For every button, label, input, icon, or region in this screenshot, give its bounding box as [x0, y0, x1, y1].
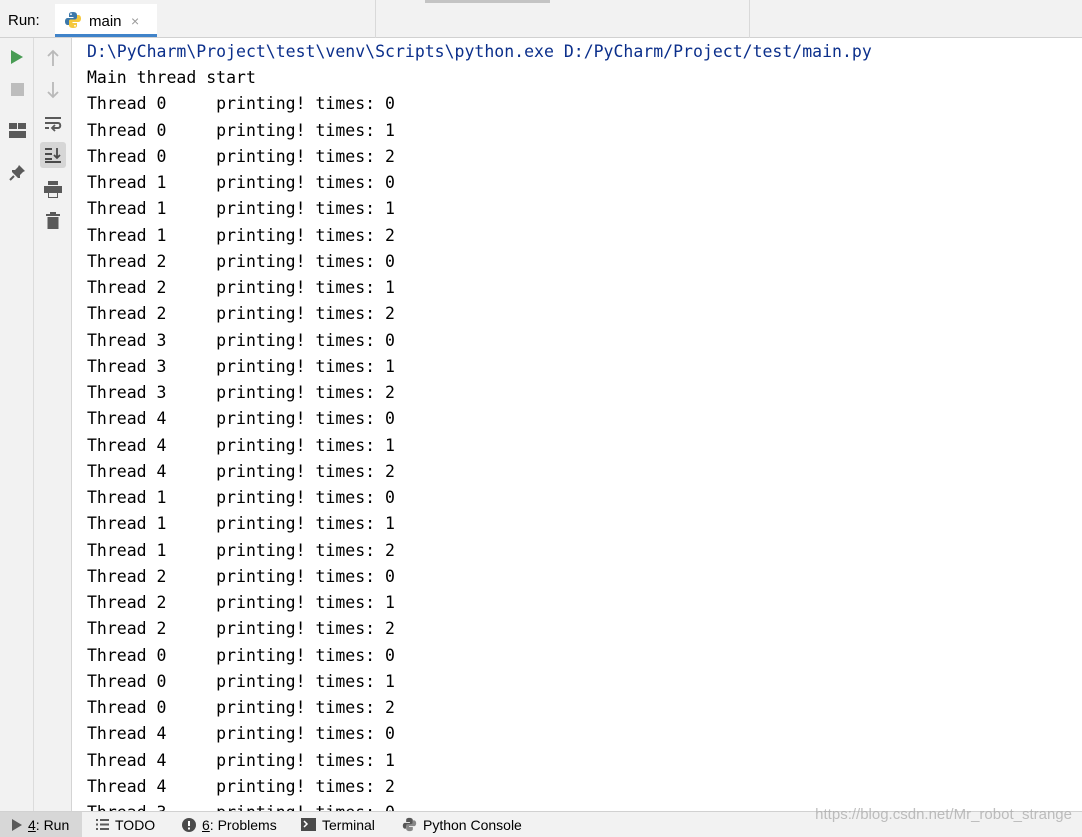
tool-tab-python-console[interactable]: Python Console [402, 812, 522, 837]
tool-tab-terminal[interactable]: Terminal [301, 812, 375, 837]
console-command-line: D:\PyCharm\Project\test\venv\Scripts\pyt… [87, 42, 872, 61]
console-line: Thread 4 printing! times: 0 [87, 724, 395, 743]
todo-tab-label: TODO [115, 816, 156, 833]
console-line: Thread 0 printing! times: 0 [87, 646, 395, 665]
console-line: Thread 4 printing! times: 0 [87, 409, 395, 428]
console-line: Thread 0 printing! times: 0 [87, 94, 395, 113]
console-line: Thread 2 printing! times: 2 [87, 619, 395, 638]
tool-tab-todo[interactable]: TODO [96, 812, 155, 837]
console-line: Thread 0 printing! times: 2 [87, 698, 395, 717]
pin-icon[interactable] [4, 159, 30, 185]
console-output[interactable]: D:\PyCharm\Project\test\venv\Scripts\pyt… [72, 38, 1082, 811]
terminal-icon [301, 818, 316, 831]
soft-wrap-icon[interactable] [40, 111, 66, 137]
console-line: Thread 1 printing! times: 2 [87, 226, 395, 245]
python-console-tab-label: Python Console [423, 816, 522, 833]
console-line: Thread 3 printing! times: 2 [87, 383, 395, 402]
console-line: Thread 3 printing! times: 1 [87, 357, 395, 376]
list-icon [96, 819, 109, 830]
run-icon[interactable] [4, 44, 30, 70]
console-line: Thread 0 printing! times: 1 [87, 672, 395, 691]
watermark: https://blog.csdn.net/Mr_robot_strange [815, 806, 1072, 823]
console-line: Thread 0 printing! times: 1 [87, 121, 395, 140]
console-line: Thread 2 printing! times: 2 [87, 304, 395, 323]
console-line: Thread 3 printing! times: 0 [87, 331, 395, 350]
stop-icon[interactable] [4, 76, 30, 102]
console-line: Thread 2 printing! times: 1 [87, 278, 395, 297]
console-line: Thread 2 printing! times: 0 [87, 252, 395, 271]
console-line: Thread 1 printing! times: 1 [87, 199, 395, 218]
scroll-to-end-icon[interactable] [40, 142, 66, 168]
python-console-icon [402, 817, 417, 832]
python-icon [64, 11, 82, 34]
warning-icon [182, 817, 196, 832]
console-toolbar [34, 38, 72, 811]
run-tab-icon [12, 818, 22, 831]
run-tab-mnemonic: 4 [28, 816, 36, 833]
console-line: Main thread start [87, 68, 256, 87]
run-header: Run: main × [0, 0, 1082, 38]
up-arrow-icon[interactable] [40, 45, 66, 71]
console-line: Thread 1 printing! times: 2 [87, 541, 395, 560]
problems-tab-label: : Problems [209, 816, 277, 833]
console-line: Thread 4 printing! times: 1 [87, 751, 395, 770]
run-label: Run: [8, 12, 40, 29]
console-line: Thread 1 printing! times: 0 [87, 488, 395, 507]
tab-label: main [89, 13, 122, 30]
print-icon[interactable] [40, 176, 66, 202]
header-divider [375, 0, 376, 38]
layout-icon[interactable] [4, 117, 30, 143]
tool-tab-run[interactable]: 4: Run [0, 812, 82, 837]
console-line: Thread 0 printing! times: 2 [87, 147, 395, 166]
console-line: Thread 1 printing! times: 1 [87, 514, 395, 533]
console-line: Thread 2 printing! times: 0 [87, 567, 395, 586]
console-line: Thread 1 printing! times: 0 [87, 173, 395, 192]
problems-tab-mnemonic: 6 [202, 816, 210, 833]
terminal-tab-label: Terminal [322, 816, 375, 833]
header-accent-line [425, 0, 550, 3]
trash-icon[interactable] [40, 207, 66, 233]
tool-tab-problems[interactable]: 6: Problems [182, 812, 277, 837]
console-line: Thread 2 printing! times: 1 [87, 593, 395, 612]
console-line: Thread 3 printing! times: 0 [87, 803, 395, 811]
close-tab-icon[interactable]: × [131, 13, 139, 29]
tab-main[interactable]: main × [55, 4, 157, 37]
header-divider [749, 0, 750, 38]
console-line: Thread 4 printing! times: 2 [87, 462, 395, 481]
run-tab-label: : Run [35, 816, 70, 833]
down-arrow-icon[interactable] [40, 77, 66, 103]
run-toolbar [0, 38, 34, 811]
console-line: Thread 4 printing! times: 1 [87, 436, 395, 455]
console-line: Thread 4 printing! times: 2 [87, 777, 395, 796]
